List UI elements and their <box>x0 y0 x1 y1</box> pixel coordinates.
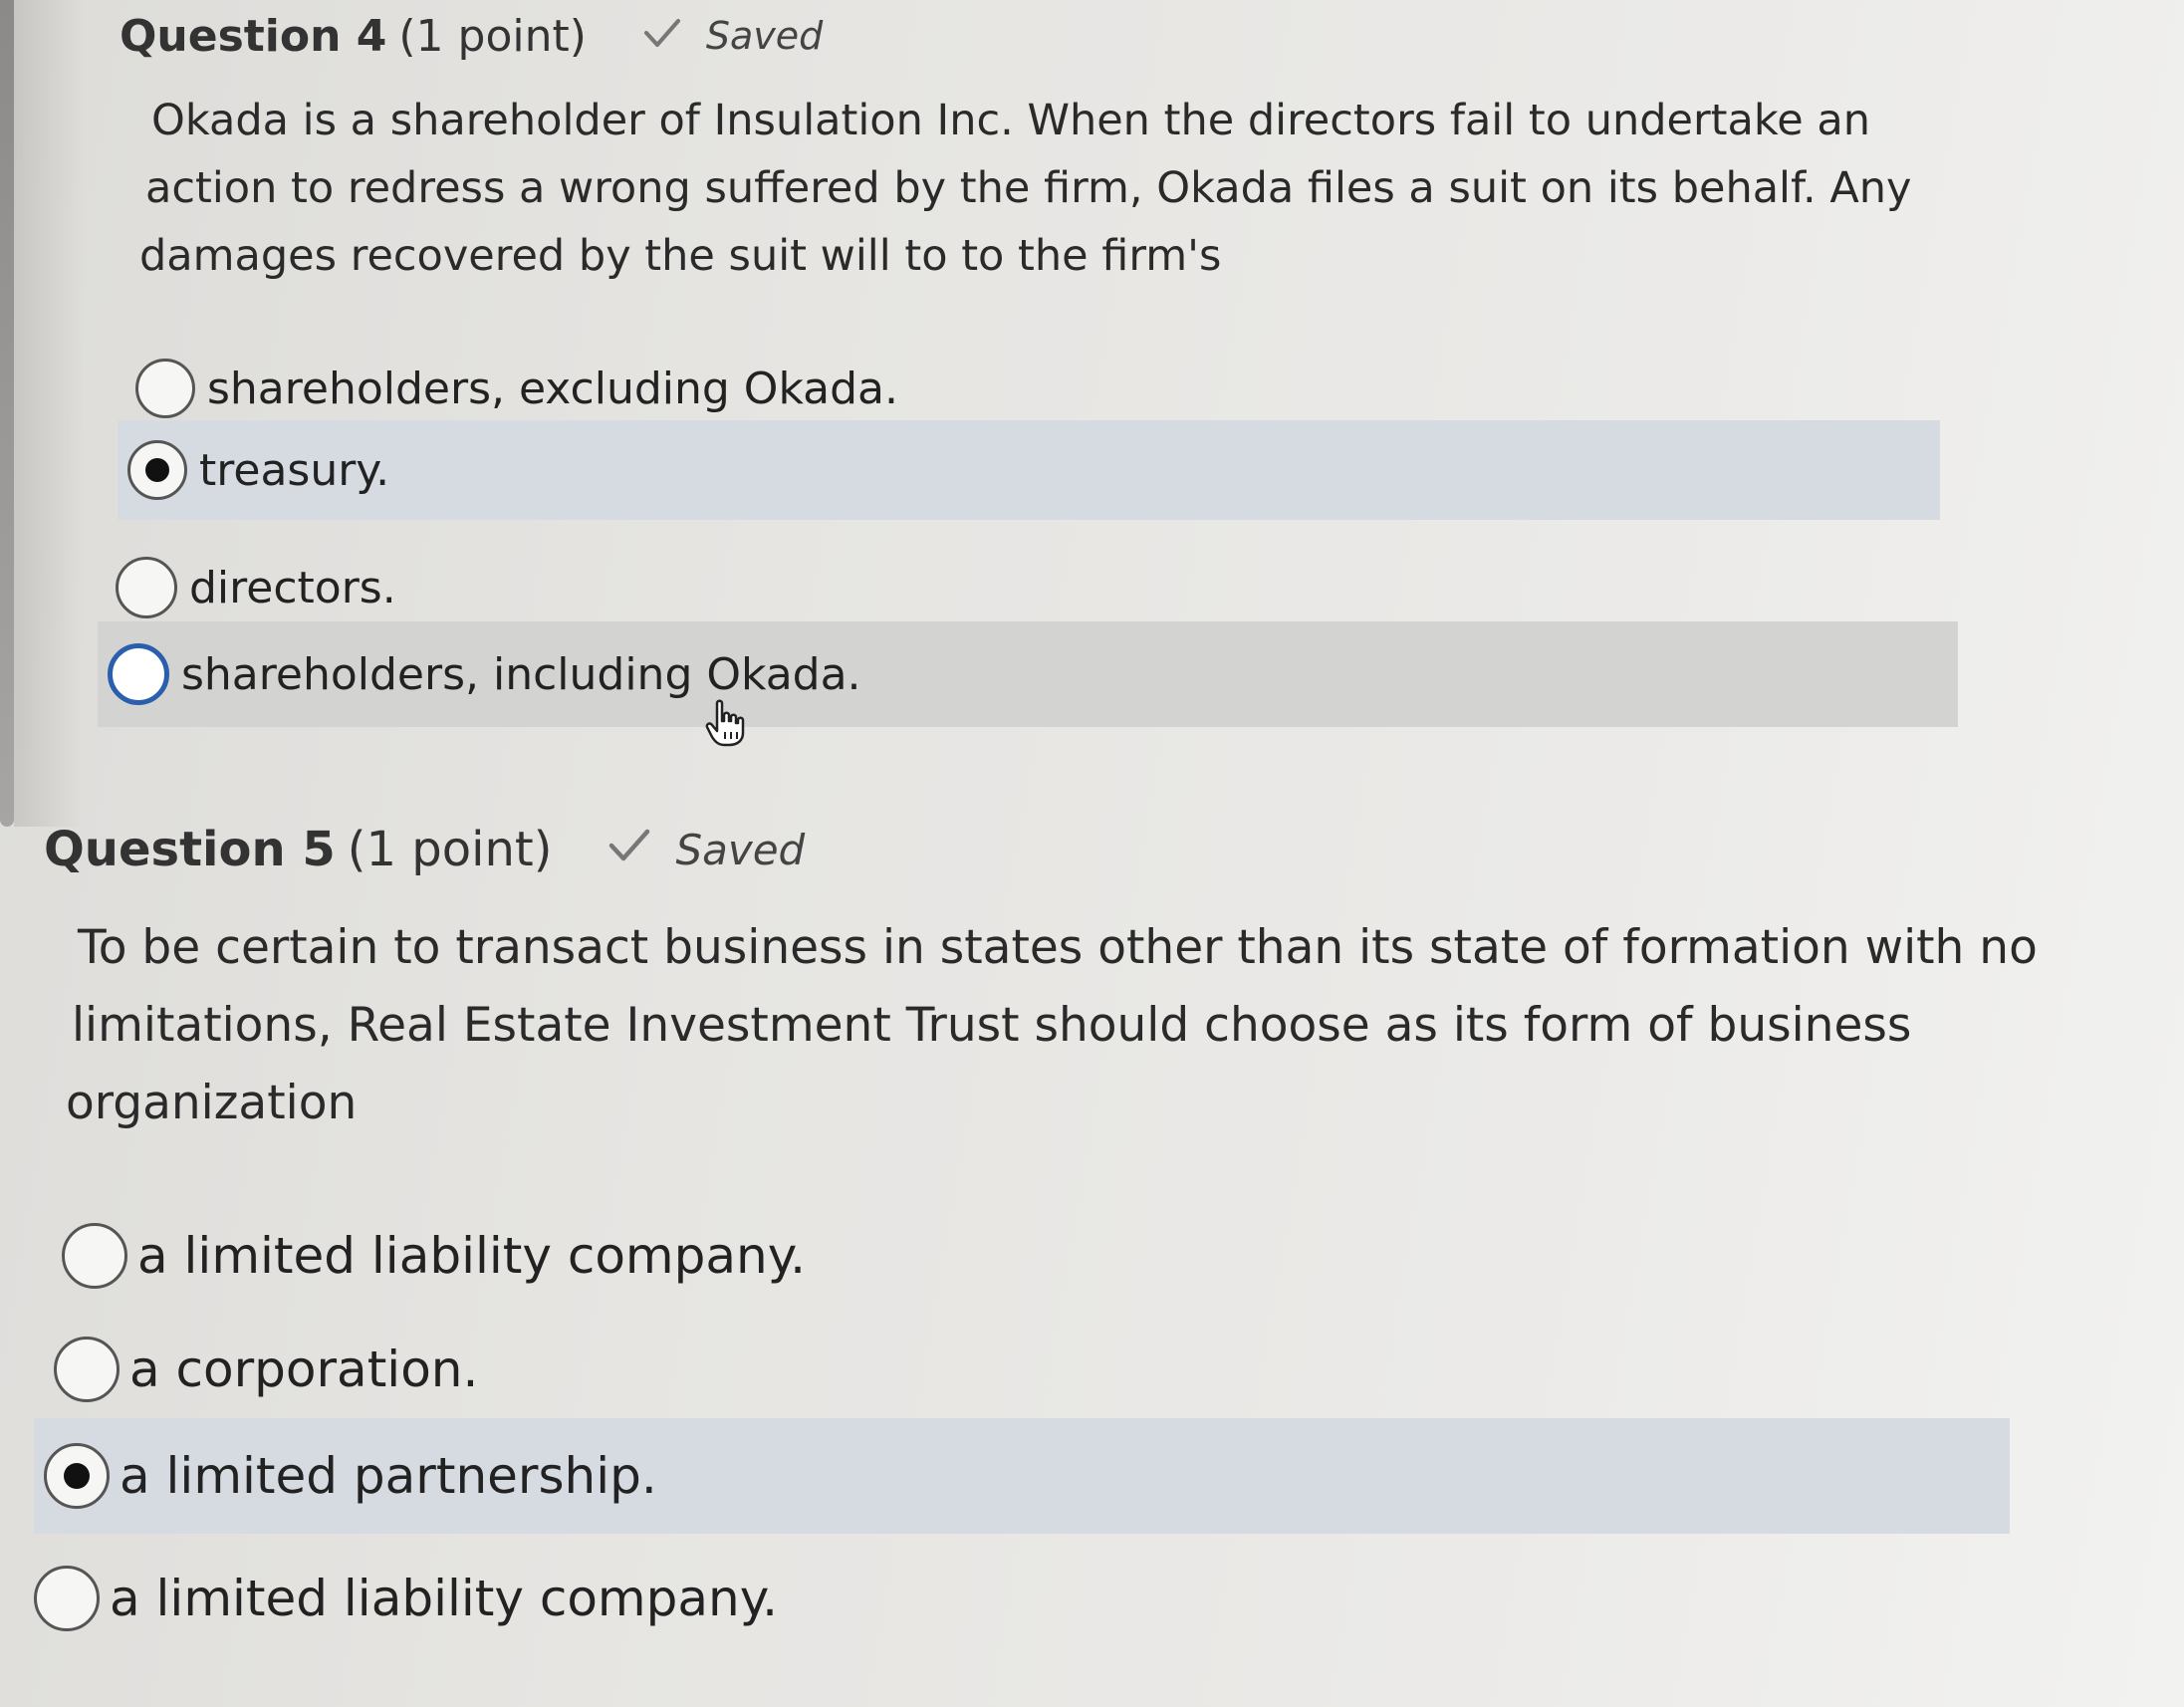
radio-empty-icon[interactable] <box>54 1337 120 1402</box>
checkmark-icon <box>607 822 651 877</box>
answer-option[interactable]: a limited liability company. <box>58 1211 1950 1301</box>
answer-option[interactable]: a limited liability company. <box>30 1554 1922 1643</box>
question-text-line: To be certain to transact business in st… <box>78 920 2038 975</box>
answer-option-label: a limited liability company. <box>137 1227 807 1285</box>
question-points: (1 point) <box>347 822 553 877</box>
question-5-header: Question 5 (1 point) Saved <box>44 817 805 882</box>
answer-option-selected[interactable]: a limited partnership. <box>34 1418 2010 1534</box>
saved-status: Saved <box>675 825 806 874</box>
question-5: Question 5 (1 point) Saved To be certain… <box>0 0 2184 1707</box>
question-text-line: limitations, Real Estate Investment Trus… <box>72 998 1912 1053</box>
radio-selected-icon[interactable] <box>44 1443 110 1509</box>
radio-empty-icon[interactable] <box>62 1223 127 1289</box>
question-text-line: organization <box>66 1076 358 1130</box>
answer-option-label: a limited liability company. <box>110 1570 779 1627</box>
radio-empty-icon[interactable] <box>34 1566 100 1631</box>
question-title: Question 5 <box>44 822 336 877</box>
answer-option-label: a limited partnership. <box>120 1447 657 1505</box>
answer-option-label: a corporation. <box>129 1341 479 1398</box>
answer-option[interactable]: a corporation. <box>50 1325 1942 1414</box>
